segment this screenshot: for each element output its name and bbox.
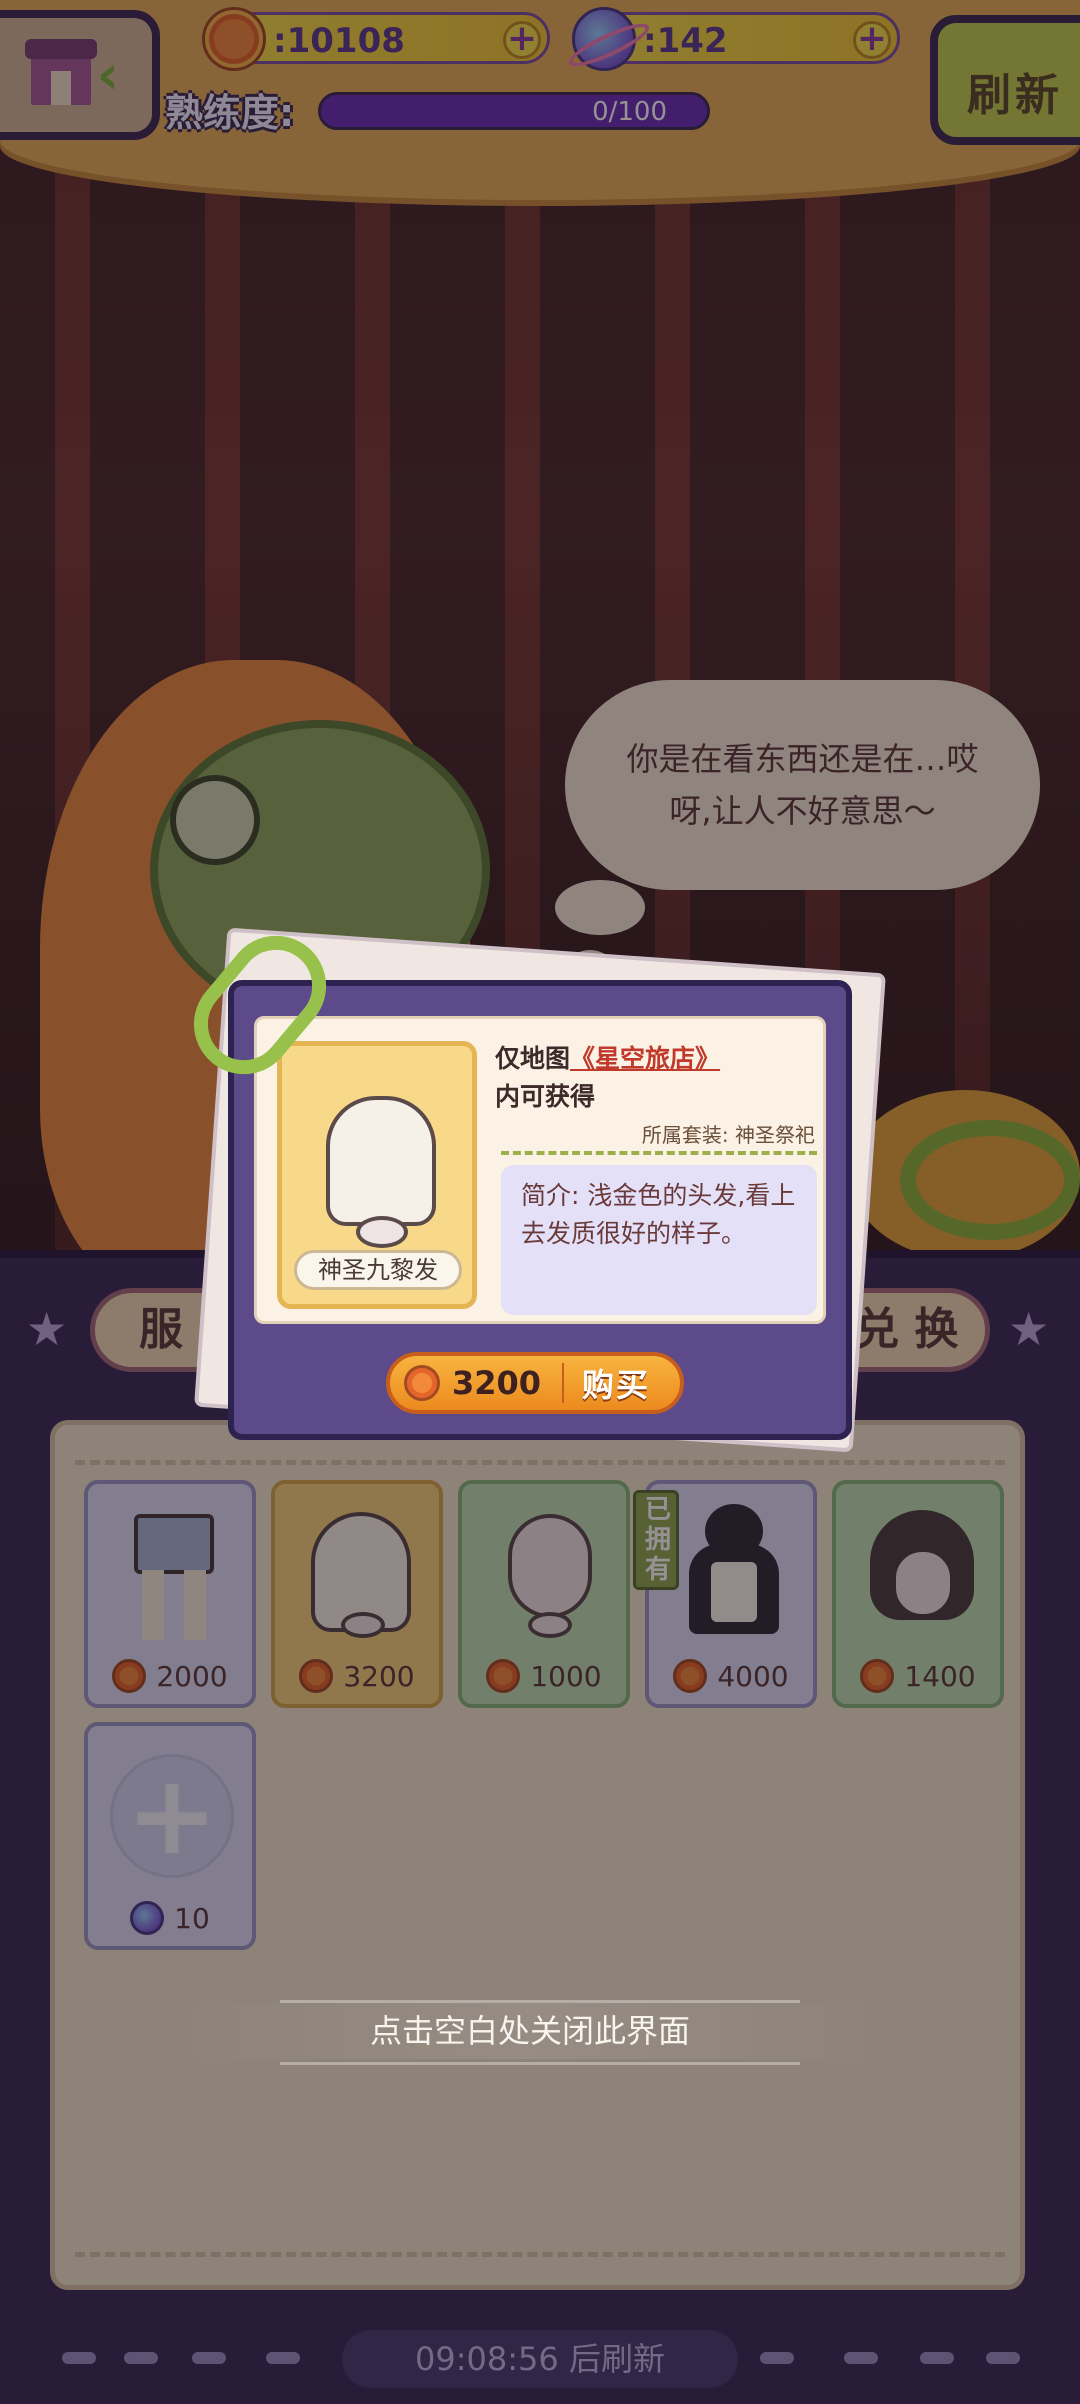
set-info: 所属套装: 神圣祭祀 xyxy=(641,1123,815,1147)
item-detail-card: 神圣九黎发 仅地图《星空旅店》 内可获得 所属套装: 神圣祭祀 简介: 浅金色的… xyxy=(254,1016,826,1324)
hint-divider xyxy=(280,2062,800,2065)
mannequin-neck xyxy=(356,1216,408,1248)
buy-label: 购买 xyxy=(582,1366,651,1404)
item-description: 简介: 浅金色的头发,看上去发质很好的样子。 xyxy=(501,1165,817,1315)
buy-button[interactable]: 3200 购买 xyxy=(386,1352,684,1414)
source-suffix: 内可获得 xyxy=(495,1082,596,1111)
source-map-link[interactable]: 《星空旅店》 xyxy=(570,1044,720,1073)
divider xyxy=(501,1151,817,1155)
source-info: 仅地图《星空旅店》 xyxy=(495,1039,720,1075)
close-hint: 点击空白处关闭此界面 xyxy=(180,2003,880,2059)
item-preview: 神圣九黎发 xyxy=(277,1041,477,1309)
coin-icon xyxy=(404,1365,440,1401)
buy-divider xyxy=(562,1363,564,1403)
item-name: 神圣九黎发 xyxy=(294,1250,462,1290)
buy-price: 3200 xyxy=(452,1364,542,1402)
blonde-hair-art xyxy=(326,1096,436,1226)
source-prefix: 仅地图 xyxy=(495,1044,571,1073)
